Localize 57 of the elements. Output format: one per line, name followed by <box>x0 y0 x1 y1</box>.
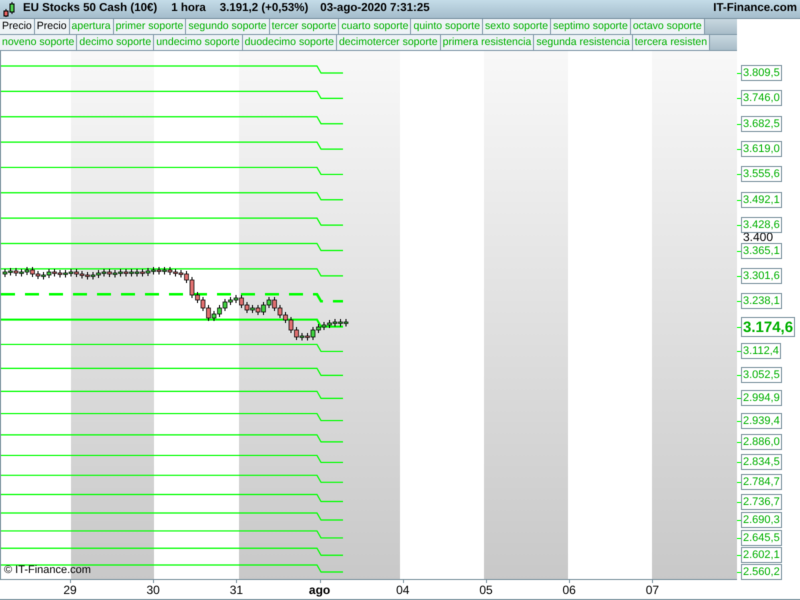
level-price-label: 3.682,5 <box>741 116 782 132</box>
level-price-label: 2.690,3 <box>741 512 782 528</box>
level-price-label: 2.736,7 <box>741 494 782 510</box>
date-label: 05 <box>479 583 493 597</box>
copyright-label: © IT-Finance.com <box>4 562 91 578</box>
level-price-label: 3.112,4 <box>741 343 781 360</box>
date-label: 06 <box>562 583 576 597</box>
legend-item: decimotercer soporte <box>336 35 441 50</box>
date-label: 30 <box>146 583 160 597</box>
legend-item: undecimo soporte <box>154 35 243 50</box>
legend-item: Precio <box>34 19 70 34</box>
level-price-label: 3.492,1 <box>741 192 782 208</box>
level-price-label: 2.645,5 <box>741 530 782 546</box>
legend-item: duodecimo soporte <box>242 35 337 50</box>
legend-item: sexto soporte <box>483 19 552 34</box>
legend-item: octavo soporte <box>630 19 705 34</box>
level-price-label: 3.365,1 <box>741 242 782 258</box>
date-label: 04 <box>396 583 410 597</box>
price-quote: 3.191,2 (+0,53%) <box>220 1 308 16</box>
legend-item: segunda resistencia <box>534 35 633 50</box>
date-label: ago <box>308 583 330 597</box>
level-price-label: 2.784,7 <box>741 474 782 490</box>
legend-item: quinto soporte <box>411 19 484 34</box>
level-price-label: 2.886,0 <box>741 434 782 450</box>
legend-item: primera resistencia <box>440 35 534 50</box>
legend-item: septimo soporte <box>551 19 631 34</box>
level-price-label: 3.301,6 <box>741 268 782 284</box>
level-price-label: 2.560,2 <box>741 564 782 580</box>
level-price-label: 2.602,1 <box>741 547 782 564</box>
timeframe-label: 1 hora <box>171 1 206 16</box>
level-price-label: 3.619,0 <box>741 141 782 158</box>
brand-label: IT-Finance.com <box>713 1 797 16</box>
date-label: 07 <box>646 583 660 597</box>
level-price-label: 3.428,6 <box>741 217 782 234</box>
date-label: 31 <box>230 583 244 597</box>
legend-item: decimo soporte <box>77 35 154 50</box>
level-price-label: 2.939,4 <box>741 412 782 429</box>
level-price-label: 3.809,5 <box>741 65 782 81</box>
legend-item: tercer soporte <box>270 19 340 34</box>
level-price-label: 2.994,9 <box>741 390 782 406</box>
candlestick-icon <box>3 2 15 16</box>
current-price-label: 3.174,6 <box>741 316 796 337</box>
legend-item: primer soporte <box>114 19 186 34</box>
legend-item: cuarto soporte <box>339 19 412 34</box>
level-price-label: 3.052,5 <box>741 367 782 384</box>
legend-item: segundo soporte <box>186 19 270 34</box>
legend-item: tercera resisten <box>632 35 710 50</box>
date-label: 29 <box>63 583 77 597</box>
date-time: 03-ago-2020 7:31:25 <box>320 1 430 16</box>
level-price-label: 2.834,5 <box>741 454 782 470</box>
level-price-label: 3.746,0 <box>741 90 782 106</box>
level-price-label: 3.238,1 <box>741 293 782 310</box>
legend-item: apertura <box>70 19 114 34</box>
legend-item: Precio <box>0 19 35 34</box>
instrument-name: EU Stocks 50 Cash (10€) <box>23 1 158 16</box>
legend-item: noveno soporte <box>0 35 78 50</box>
level-price-label: 3.555,6 <box>741 166 782 182</box>
